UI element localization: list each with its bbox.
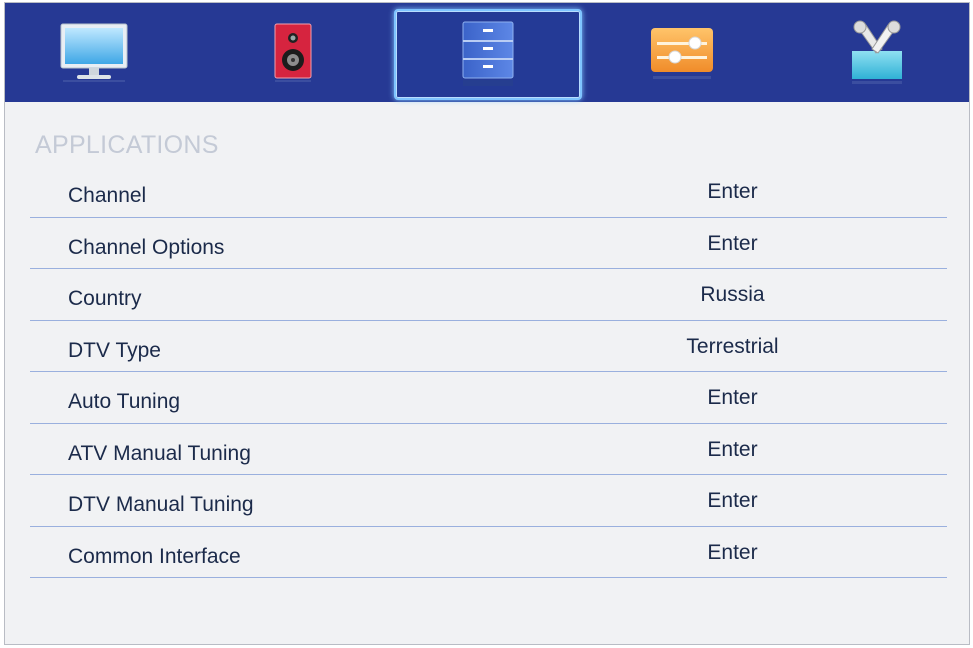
menu-item-atv-manual-tuning[interactable]: ATV Manual Tuning Enter bbox=[30, 424, 947, 475]
menu-item-dtv-manual-tuning[interactable]: DTV Manual Tuning Enter bbox=[30, 475, 947, 527]
menu-item-label: ATV Manual Tuning bbox=[68, 441, 251, 465]
menu-item-channel-options[interactable]: Channel Options Enter bbox=[30, 218, 947, 269]
tab-setup[interactable] bbox=[817, 3, 937, 102]
tab-picture[interactable] bbox=[29, 3, 159, 102]
monitor-icon bbox=[60, 23, 128, 82]
menu-item-label: Channel bbox=[68, 184, 147, 207]
menu-item-label: DTV Type bbox=[68, 338, 161, 362]
menu-item-label: Common Interface bbox=[68, 544, 241, 568]
menu-item-value: Enter bbox=[707, 437, 758, 461]
menu-item-label: DTV Manual Tuning bbox=[68, 493, 254, 516]
menu-item-value: Enter bbox=[707, 231, 758, 255]
menu-item-value: Enter bbox=[707, 386, 758, 409]
menu-item-label: Channel Options bbox=[68, 235, 225, 259]
tools-icon bbox=[852, 20, 902, 84]
menu-item-value: Enter bbox=[707, 180, 758, 203]
section-title: APPLICATIONS bbox=[35, 131, 219, 159]
menu-item-channel[interactable]: Channel Enter bbox=[30, 166, 947, 218]
menu-item-common-interface[interactable]: Common Interface Enter bbox=[30, 527, 947, 578]
menu-item-auto-tuning[interactable]: Auto Tuning Enter bbox=[30, 372, 947, 424]
tab-applications[interactable] bbox=[394, 9, 582, 100]
menu-item-dtv-type[interactable]: DTV Type Terrestrial bbox=[30, 321, 947, 372]
sliders-icon bbox=[651, 27, 713, 79]
speaker-icon bbox=[274, 23, 312, 82]
menu-item-value: Russia bbox=[700, 283, 765, 306]
menu-item-label: Auto Tuning bbox=[68, 390, 181, 413]
tv-osd-menu: APPLICATIONS Channel Enter Channel Optio… bbox=[4, 2, 970, 645]
menu-item-value: Enter bbox=[707, 540, 758, 564]
menu-item-value: Enter bbox=[707, 489, 758, 512]
settings-menu: Channel Enter Channel Options Enter Coun… bbox=[30, 166, 947, 578]
category-bar bbox=[5, 3, 969, 102]
menu-item-country[interactable]: Country Russia bbox=[30, 269, 947, 321]
menu-item-label: Country bbox=[68, 287, 142, 310]
tab-sound[interactable] bbox=[233, 3, 353, 102]
menu-item-value: Terrestrial bbox=[686, 334, 779, 358]
tab-options[interactable] bbox=[617, 3, 747, 102]
cabinet-icon bbox=[462, 21, 514, 86]
